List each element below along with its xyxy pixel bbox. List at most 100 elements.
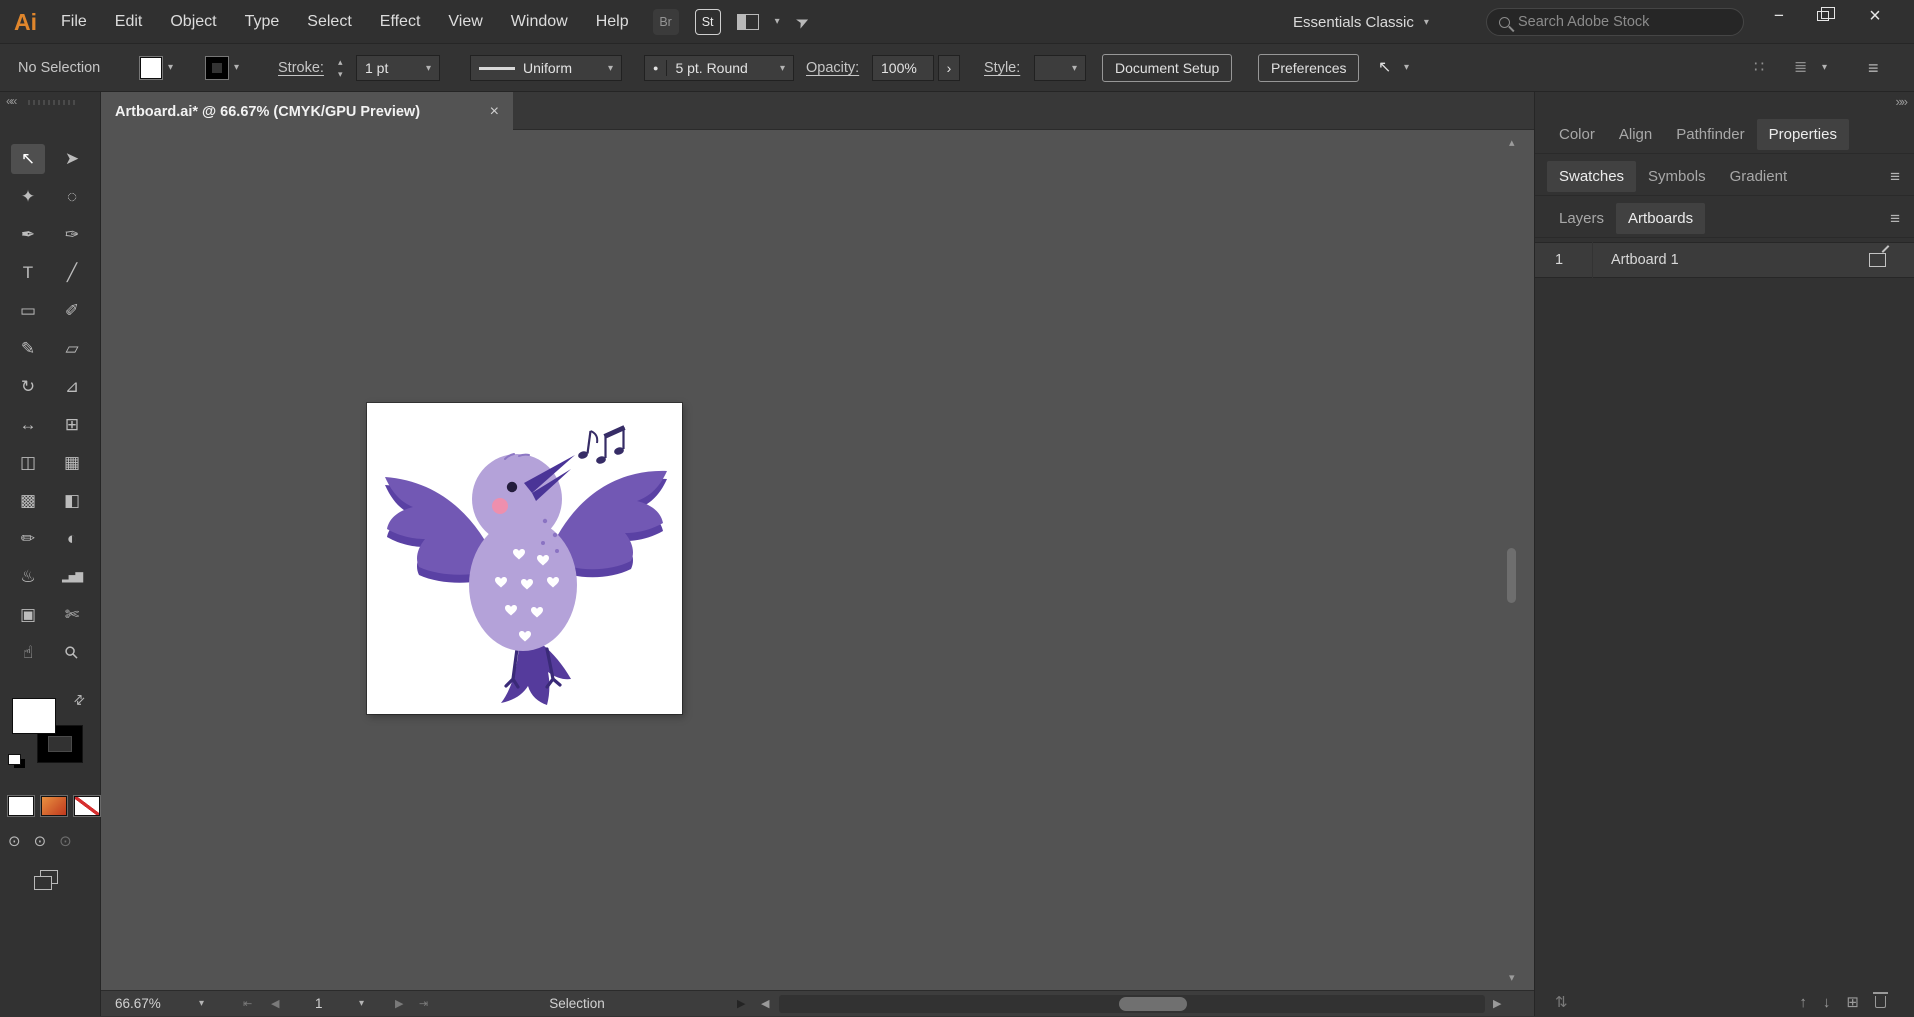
draw-behind-icon[interactable]: ⊙ <box>34 832 47 850</box>
menu-edit[interactable]: Edit <box>101 0 157 44</box>
artboard-list-item[interactable]: 1 Artboard 1 <box>1535 242 1914 278</box>
rectangle-tool[interactable]: ▭ <box>11 296 45 326</box>
expand-panels-icon[interactable]: »» <box>1896 94 1909 109</box>
chevron-down-icon[interactable]: ▾ <box>775 16 780 27</box>
collapse-toolbar-icon[interactable]: «« <box>6 94 17 108</box>
status-popup-icon[interactable]: ▶ <box>737 991 745 1017</box>
type-tool[interactable]: T <box>11 258 45 288</box>
gradient-button[interactable] <box>41 796 67 816</box>
screen-mode-icon[interactable] <box>34 870 58 890</box>
menu-select[interactable]: Select <box>293 0 365 44</box>
graphic-style-dropdown[interactable]: ▾ <box>1034 55 1086 81</box>
menu-file[interactable]: File <box>47 0 101 44</box>
opacity-panel-link[interactable]: Opacity: <box>806 44 859 92</box>
new-artboard-icon[interactable]: ⊞ <box>1846 993 1859 1011</box>
scrollbar-left-icon[interactable]: ◀ <box>761 991 769 1017</box>
reorder-artboards-icon[interactable]: ⇅ <box>1555 993 1568 1011</box>
shape-builder-tool[interactable]: ◫ <box>11 448 45 478</box>
previous-artboard-icon[interactable]: ◀ <box>271 991 279 1017</box>
document-layout-icon[interactable] <box>736 13 759 30</box>
width-profile-dropdown[interactable]: Uniform ▾ <box>470 55 622 81</box>
line-segment-tool[interactable]: ╱ <box>55 258 89 288</box>
tab-color[interactable]: Color <box>1547 119 1607 150</box>
width-tool[interactable]: ↔ <box>11 410 45 440</box>
scale-tool[interactable]: ⊿ <box>55 372 89 402</box>
chevron-down-icon[interactable]: ▾ <box>359 991 364 1017</box>
grid-dots-icon[interactable]: ∷ <box>1754 44 1764 92</box>
artboard-navigation-value[interactable]: 1 <box>315 991 323 1017</box>
paintbrush-tool[interactable]: ✐ <box>55 296 89 326</box>
window-minimize-button[interactable]: − <box>1762 2 1796 30</box>
tool-cursor-icon[interactable]: ↖ <box>1378 44 1391 92</box>
preferences-button[interactable]: Preferences <box>1258 54 1360 82</box>
lasso-tool[interactable]: ◌ <box>55 182 89 212</box>
document-tab[interactable]: Artboard.ai* @ 66.67% (CMYK/GPU Preview)… <box>101 92 513 131</box>
tab-close-icon[interactable]: × <box>490 103 499 121</box>
direct-selection-tool[interactable]: ➤ <box>55 144 89 174</box>
horizontal-scrollbar-thumb[interactable] <box>1119 997 1187 1011</box>
column-graph-tool[interactable]: ▂▅▇ <box>55 562 89 592</box>
tab-artboards[interactable]: Artboards <box>1616 203 1706 234</box>
menu-view[interactable]: View <box>434 0 496 44</box>
symbol-sprayer-tool[interactable]: ♨ <box>11 562 45 592</box>
eraser-tool[interactable]: ▱ <box>55 334 89 364</box>
mesh-tool[interactable]: ▩ <box>11 486 45 516</box>
perspective-grid-tool[interactable]: ▦ <box>55 448 89 478</box>
magic-wand-tool[interactable]: ✦ <box>11 182 45 212</box>
last-artboard-icon[interactable]: ⇥ <box>419 991 428 1017</box>
tab-gradient[interactable]: Gradient <box>1718 161 1800 192</box>
stepper-down-icon[interactable]: ▾ <box>338 68 343 80</box>
scrollbar-down-icon[interactable]: ▾ <box>1509 971 1515 984</box>
gradient-tool[interactable]: ◧ <box>55 486 89 516</box>
default-fill-stroke-icon[interactable] <box>8 754 28 772</box>
tab-align[interactable]: Align <box>1607 119 1664 150</box>
artboard-icon[interactable] <box>1869 253 1886 267</box>
panel-menu-icon[interactable]: ≡ <box>1868 44 1879 92</box>
pen-tool[interactable]: ✒ <box>11 220 45 250</box>
draw-normal-icon[interactable]: ⊙ <box>8 832 21 850</box>
swap-fill-stroke-icon[interactable]: ⇄ <box>70 690 89 709</box>
move-up-icon[interactable]: ↑ <box>1799 994 1807 1011</box>
none-button[interactable] <box>74 796 100 816</box>
delete-artboard-icon[interactable] <box>1872 992 1888 1008</box>
vertical-scrollbar-thumb[interactable] <box>1507 548 1516 603</box>
menu-object[interactable]: Object <box>156 0 230 44</box>
free-transform-tool[interactable]: ⊞ <box>55 410 89 440</box>
panel-menu-icon[interactable]: ≡ <box>1890 167 1900 187</box>
stroke-color-swatch[interactable] <box>206 57 228 79</box>
panel-menu-icon[interactable]: ≡ <box>1890 209 1900 229</box>
stroke-weight-dropdown[interactable]: 1 pt ▾ <box>356 55 440 81</box>
workspace-switcher[interactable]: Essentials Classic ▾ <box>1293 0 1429 44</box>
tab-symbols[interactable]: Symbols <box>1636 161 1718 192</box>
opacity-flyout-button[interactable]: › <box>938 55 960 81</box>
window-close-button[interactable]: × <box>1858 2 1892 30</box>
fill-color-swatch[interactable] <box>140 57 162 79</box>
zoom-level[interactable]: 66.67% <box>115 991 161 1017</box>
style-panel-link[interactable]: Style: <box>984 44 1020 92</box>
bridge-icon[interactable]: Br <box>652 8 679 35</box>
tab-properties[interactable]: Properties <box>1756 119 1849 150</box>
selection-tool[interactable]: ↖ <box>11 144 45 174</box>
chevron-down-icon[interactable]: ▾ <box>234 44 239 92</box>
tab-pathfinder[interactable]: Pathfinder <box>1664 119 1756 150</box>
canvas[interactable]: ▴ ▾ <box>101 130 1534 990</box>
brush-definition-dropdown[interactable]: ● 5 pt. Round ▾ <box>644 55 794 81</box>
menu-window[interactable]: Window <box>497 0 582 44</box>
scrollbar-up-icon[interactable]: ▴ <box>1509 136 1515 149</box>
shaper-tool[interactable]: ✎ <box>11 334 45 364</box>
view-options-icon[interactable]: ≣ <box>1794 44 1807 92</box>
document-setup-button[interactable]: Document Setup <box>1102 54 1233 82</box>
menu-effect[interactable]: Effect <box>366 0 435 44</box>
tab-swatches[interactable]: Swatches <box>1547 161 1637 192</box>
fill-color-indicator[interactable] <box>12 698 56 734</box>
opacity-field[interactable]: 100% <box>872 55 934 81</box>
tab-layers[interactable]: Layers <box>1547 203 1616 234</box>
stepper-up-icon[interactable]: ▴ <box>338 56 343 68</box>
stroke-panel-link[interactable]: Stroke: <box>278 44 324 92</box>
adobe-stock-icon[interactable]: St <box>694 8 721 35</box>
color-button[interactable] <box>8 796 34 816</box>
rotate-tool[interactable]: ↻ <box>11 372 45 402</box>
share-icon[interactable]: ➤ <box>792 10 813 34</box>
chevron-down-icon[interactable]: ▾ <box>199 991 204 1017</box>
horizontal-scrollbar-track[interactable] <box>779 995 1485 1013</box>
